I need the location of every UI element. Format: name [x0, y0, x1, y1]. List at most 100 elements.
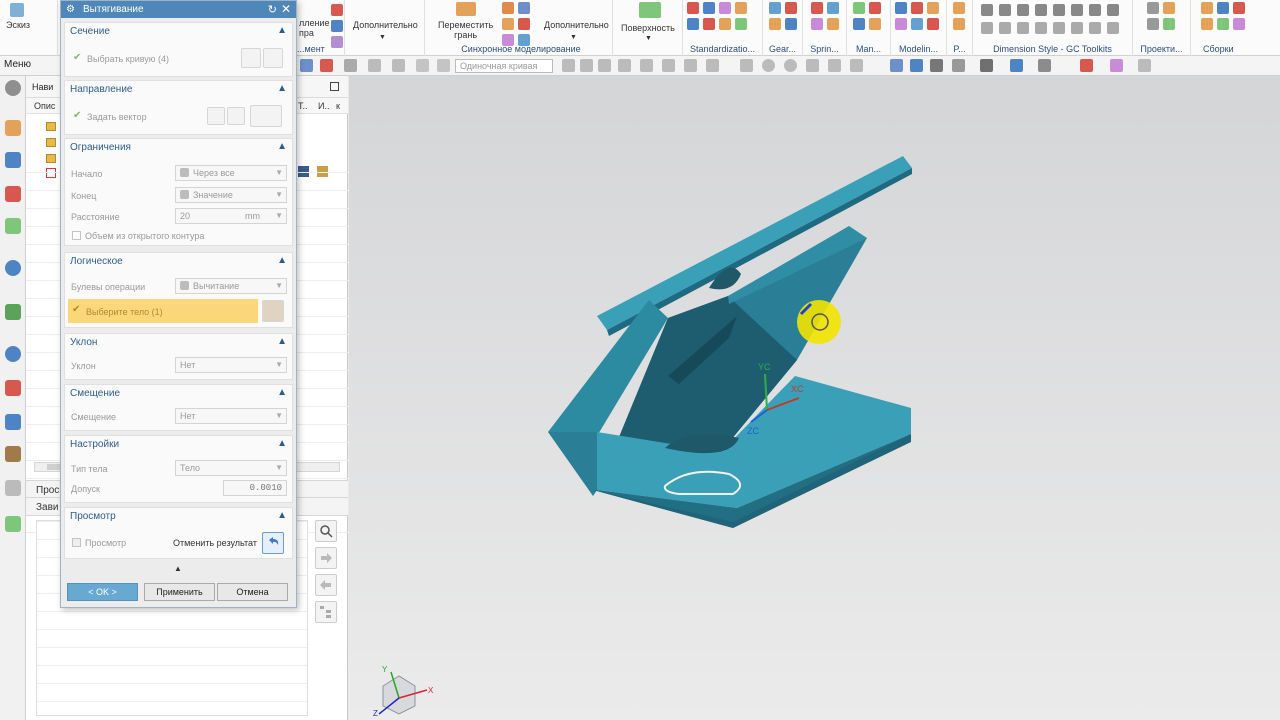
sketch-button[interactable]: Эскиз	[6, 20, 30, 30]
chevron-down-icon[interactable]: ▼	[645, 34, 652, 44]
settings-header[interactable]: Настройки	[70, 439, 119, 450]
limits-header[interactable]: Ограничения	[70, 142, 131, 153]
collapse-icon[interactable]: ▲	[277, 387, 287, 398]
open-profile-checkbox[interactable]	[72, 231, 81, 240]
tolerance-field[interactable]: 0.0010	[223, 480, 287, 496]
sketch-section-icon[interactable]	[241, 48, 261, 68]
apply-button[interactable]: Применить	[144, 583, 215, 601]
fit-view-icon[interactable]	[910, 59, 923, 72]
more-2-button[interactable]: Дополнительно	[544, 20, 609, 30]
body-select-icon[interactable]	[262, 300, 284, 322]
vector-type-icon[interactable]	[250, 105, 282, 127]
expand-more-icon[interactable]: ▲	[174, 564, 182, 573]
column-i[interactable]: И..	[318, 101, 329, 111]
distance-field[interactable]: 20 mm ▼	[175, 208, 287, 224]
folder-icon[interactable]	[46, 138, 56, 147]
select-icon[interactable]	[344, 59, 357, 72]
dynamic-wcs-icon[interactable]	[1110, 59, 1123, 72]
dialog-titlebar[interactable]: ⚙ Вытягивание ↻ ✕	[61, 1, 296, 18]
rotate-view-icon[interactable]	[930, 59, 943, 72]
graphics-window[interactable]: YC XC ZC X Y Z	[349, 76, 1280, 720]
menu-button[interactable]: Меню	[4, 59, 31, 70]
tree-view-icon[interactable]	[315, 601, 337, 623]
visual-palette-icon[interactable]	[5, 380, 21, 396]
curve-rule-select[interactable]: Одиночная кривая	[455, 59, 553, 73]
snap-center-icon[interactable]	[662, 59, 675, 72]
sketch-icon[interactable]	[10, 3, 24, 17]
ribbon-group-label[interactable]: Dimension Style - GC Toolkits	[973, 44, 1132, 54]
direction-header[interactable]: Направление	[70, 84, 132, 95]
distance-value[interactable]: 20	[180, 211, 190, 221]
draft-select[interactable]: Нет ▼	[175, 357, 287, 373]
snap-on-curve-icon[interactable]	[850, 59, 863, 72]
select-curve-label[interactable]: Выбрать кривую (4)	[87, 54, 169, 64]
maximize-icon[interactable]	[330, 82, 339, 91]
assembly-navigator-icon[interactable]	[5, 152, 21, 168]
start-select[interactable]: Через все ▼	[175, 165, 287, 181]
material-icon[interactable]	[5, 516, 21, 532]
part-navigator-icon[interactable]	[5, 120, 21, 136]
history-icon[interactable]	[5, 304, 21, 320]
column-description[interactable]: Опис	[34, 101, 55, 111]
boolean-op-select[interactable]: Вычитание ▼	[175, 278, 287, 294]
cancel-button[interactable]: Отмена	[217, 583, 288, 601]
snap-quadrant-icon[interactable]	[684, 59, 697, 72]
chevron-down-icon[interactable]: ▼	[379, 33, 386, 43]
reuse-library-icon[interactable]	[5, 218, 21, 234]
arrow-left-icon[interactable]	[315, 574, 337, 596]
draft-header[interactable]: Уклон	[70, 337, 97, 348]
grid-icon[interactable]	[5, 480, 21, 496]
ribbon-group-label[interactable]: Проекти...	[1133, 44, 1190, 54]
snap-bounded-icon[interactable]	[828, 59, 841, 72]
undo-icon[interactable]	[262, 532, 284, 554]
chevron-down-icon[interactable]: ▼	[570, 33, 577, 43]
settings-icon[interactable]	[5, 80, 21, 96]
end-select[interactable]: Значение ▼	[175, 187, 287, 203]
collapse-icon[interactable]: ▲	[277, 25, 287, 36]
folder-icon[interactable]	[46, 154, 56, 163]
more-1-button[interactable]: Дополнительно	[353, 20, 418, 30]
tolerance-value[interactable]: 0.0010	[250, 483, 282, 493]
set-vector-label[interactable]: Задать вектор	[87, 112, 147, 122]
eye-icon[interactable]	[416, 59, 429, 72]
layer-icon[interactable]	[1038, 59, 1051, 72]
snap-mid-icon[interactable]	[598, 59, 611, 72]
folder-icon[interactable]	[46, 122, 56, 131]
ribbon-group-label[interactable]: Sprin...	[803, 44, 846, 54]
snap-point-icon[interactable]	[562, 59, 575, 72]
arrow-right-icon[interactable]	[315, 547, 337, 569]
curve-filter-icon[interactable]	[437, 59, 450, 72]
snap-existing-icon[interactable]	[706, 59, 719, 72]
body-type-select[interactable]: Тело ▼	[175, 460, 287, 476]
surface-button[interactable]: Поверхность	[621, 23, 675, 33]
curve-icon[interactable]	[263, 48, 283, 68]
column-k[interactable]: к	[336, 101, 340, 111]
select-body-row[interactable]: ✔ Выберите тело (1)	[68, 299, 258, 323]
section-header[interactable]: Сечение	[70, 26, 110, 37]
ribbon-group-label[interactable]: Standardizatio...	[683, 44, 762, 54]
snap-tangent-icon[interactable]	[740, 59, 753, 72]
clock-icon[interactable]	[5, 346, 21, 362]
ribbon-group-label[interactable]: Modelin...	[891, 44, 946, 54]
reset-icon[interactable]: ↻	[268, 3, 277, 16]
select-filter-icon[interactable]	[300, 59, 313, 72]
role-icon[interactable]	[5, 414, 21, 430]
snap-arc-icon[interactable]	[784, 59, 797, 72]
snap-face-icon[interactable]	[806, 59, 819, 72]
collapse-icon[interactable]: ▲	[277, 438, 287, 449]
snap-circle-icon[interactable]	[762, 59, 775, 72]
collapse-icon[interactable]: ▲	[277, 255, 287, 266]
close-icon[interactable]: ✕	[281, 2, 291, 16]
cube-view-icon[interactable]	[1010, 59, 1023, 72]
snap-icon[interactable]	[320, 59, 333, 72]
snap-intersection-icon[interactable]	[640, 59, 653, 72]
boolean-header[interactable]: Логическое	[70, 256, 123, 267]
render-mode-icon[interactable]	[890, 59, 903, 72]
ribbon-group-label[interactable]: Сборки	[1191, 44, 1280, 54]
offset-select[interactable]: Нет ▼	[175, 408, 287, 424]
ribbon-group-label[interactable]: P...	[947, 44, 972, 54]
preview-header[interactable]: Просмотр	[70, 511, 116, 522]
shading-icon[interactable]	[980, 59, 993, 72]
measure-icon[interactable]	[1138, 59, 1151, 72]
box-select-icon[interactable]	[368, 59, 381, 72]
